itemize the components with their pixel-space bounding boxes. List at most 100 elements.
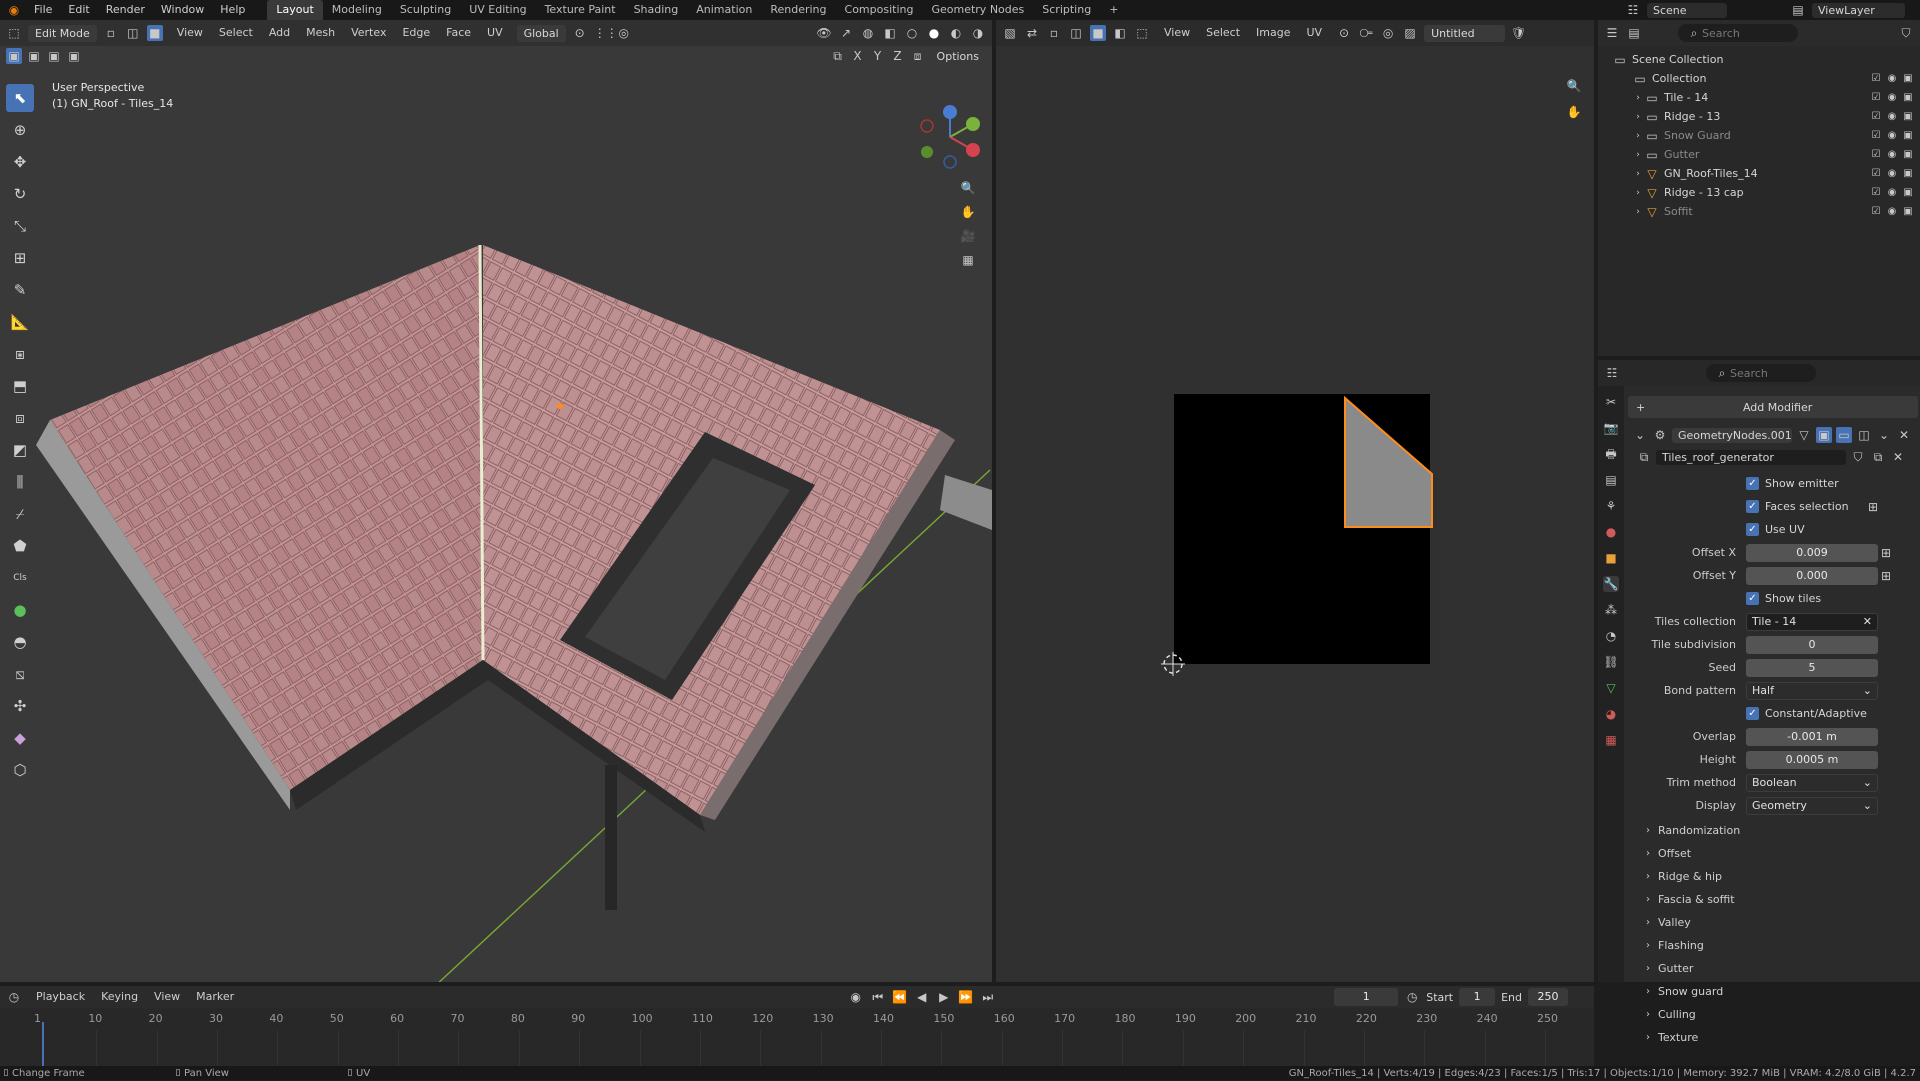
- unlink-icon[interactable]: ✕: [1890, 449, 1906, 465]
- trim-method-dropdown[interactable]: Boolean ⌄: [1746, 773, 1878, 792]
- viewport-menu-add[interactable]: Add: [261, 23, 298, 43]
- workspace-tab-rendering[interactable]: Rendering: [761, 0, 835, 20]
- render-camera-icon[interactable]: ▣: [1900, 71, 1916, 87]
- menu-file[interactable]: File: [26, 0, 60, 20]
- uv-vertex-select-icon[interactable]: ▫: [1046, 25, 1062, 41]
- eye-icon[interactable]: ◉: [1884, 90, 1900, 106]
- expand-chevron-icon[interactable]: ›: [1632, 109, 1644, 125]
- modifier-tab-icon[interactable]: 🔧: [1603, 576, 1619, 592]
- panel-fascia-soffit[interactable]: › Fascia & soffit: [1628, 888, 1920, 911]
- eye-icon[interactable]: ◉: [1884, 185, 1900, 201]
- ortho-grid-icon[interactable]: ▦: [960, 252, 976, 268]
- gizmo-icon[interactable]: ↗: [838, 25, 854, 41]
- rendered-shading-icon[interactable]: ◑: [970, 25, 986, 41]
- workspace-tab-layout[interactable]: Layout: [267, 0, 323, 20]
- eye-icon[interactable]: ◉: [1884, 204, 1900, 220]
- viewport-menu-uv[interactable]: UV: [479, 23, 511, 43]
- overlay-icon[interactable]: ◍: [860, 25, 876, 41]
- eye-icon[interactable]: ◉: [1884, 166, 1900, 182]
- texture-tab-icon[interactable]: ▦: [1603, 732, 1619, 748]
- render-camera-icon[interactable]: ▣: [1900, 185, 1916, 201]
- pan-hand-icon[interactable]: ✋: [960, 204, 976, 220]
- render-camera-icon[interactable]: ▣: [1900, 147, 1916, 163]
- viewport-menu-face[interactable]: Face: [438, 23, 479, 43]
- visibility-checkbox-icon[interactable]: ☑: [1868, 185, 1884, 201]
- workspace-tab-uv-editing[interactable]: UV Editing: [460, 0, 535, 20]
- outliner-item[interactable]: ▭ Collection ☑ ◉ ▣: [1598, 69, 1920, 88]
- viewport-menu-select[interactable]: Select: [211, 23, 261, 43]
- pivot-icon[interactable]: ⊙: [572, 25, 588, 41]
- clock-icon[interactable]: ◷: [1404, 989, 1420, 1005]
- eye-icon[interactable]: ◉: [1884, 71, 1900, 87]
- properties-type-icon[interactable]: ☷: [1604, 365, 1620, 381]
- uv-edge-select-icon[interactable]: ◫: [1068, 25, 1084, 41]
- expand-chevron-icon[interactable]: ›: [1632, 90, 1644, 106]
- render-camera-icon[interactable]: ▣: [1900, 128, 1916, 144]
- node-tree-icon[interactable]: ⧉: [1636, 449, 1652, 465]
- visibility-checkbox-icon[interactable]: ☑: [1868, 90, 1884, 106]
- uv-island-select-icon[interactable]: ◧: [1112, 25, 1128, 41]
- render-toggle-icon[interactable]: ◫: [1856, 427, 1872, 443]
- proportional-edit-icon[interactable]: ◎: [616, 25, 632, 41]
- transform-orientation-dropdown[interactable]: Global: [516, 24, 566, 42]
- options-dropdown[interactable]: Options: [930, 48, 986, 65]
- outliner[interactable]: ☰ ▤ ⌕ Search ⛉ ▭ Scene Collection ▭ Collect…: [1598, 20, 1920, 356]
- node-group-field[interactable]: Tiles_roof_generator: [1656, 449, 1846, 465]
- tool-tab-icon[interactable]: ✂: [1603, 394, 1619, 410]
- playhead[interactable]: [42, 1022, 44, 1066]
- prev-keyframe-icon[interactable]: ⏪: [892, 989, 908, 1005]
- uv-editor-type-icon[interactable]: ▧: [1002, 25, 1018, 41]
- expand-chevron-icon[interactable]: ›: [1632, 166, 1644, 182]
- render-camera-icon[interactable]: ▣: [1900, 166, 1916, 182]
- expand-chevron-icon[interactable]: ›: [1632, 147, 1644, 163]
- constant-adaptive-checkbox[interactable]: ✓: [1746, 707, 1759, 720]
- expand-chevron-icon[interactable]: ›: [1632, 204, 1644, 220]
- uv-menu-select[interactable]: Select: [1198, 23, 1248, 43]
- visibility-checkbox-icon[interactable]: ☑: [1868, 71, 1884, 87]
- display-dropdown[interactable]: Geometry ⌄: [1746, 796, 1878, 815]
- roof-model[interactable]: [0, 66, 992, 982]
- select-subtract-icon[interactable]: ▣: [46, 48, 62, 64]
- visibility-icon[interactable]: 👁: [816, 25, 832, 41]
- workspace-tab-compositing[interactable]: Compositing: [836, 0, 923, 20]
- zoom-icon[interactable]: 🔍: [960, 180, 976, 196]
- particles-tab-icon[interactable]: ⁂: [1603, 602, 1619, 618]
- viewport-3d[interactable]: ⬚ Edit Mode ▫ ◫ ■ View Select Add Mesh Verte…: [0, 20, 992, 982]
- physics-tab-icon[interactable]: ◔: [1603, 628, 1619, 644]
- workspace-tab-geometry-nodes[interactable]: Geometry Nodes: [922, 0, 1033, 20]
- view-layer-selector[interactable]: ▤ ViewLayer: [1790, 0, 1905, 20]
- select-box-icon[interactable]: ▣: [6, 48, 22, 64]
- faces-selection-checkbox[interactable]: ✓: [1746, 500, 1759, 513]
- clear-icon[interactable]: ✕: [1863, 614, 1872, 630]
- bond-pattern-dropdown[interactable]: Half ⌄: [1746, 681, 1878, 700]
- offset-x-field[interactable]: 0.009: [1746, 543, 1878, 562]
- uv-editor[interactable]: ▧ ⇄ ▫ ◫ ■ ◧ ⬚ View Select Image UV ⊙ ⧃ ◎ ▨ …: [996, 20, 1594, 982]
- timeline-menu-keying[interactable]: Keying: [93, 987, 146, 1007]
- outliner-item[interactable]: › ▭ Ridge - 13 ☑ ◉ ▣: [1598, 107, 1920, 126]
- menu-render[interactable]: Render: [98, 0, 153, 20]
- expand-chevron-icon[interactable]: ›: [1632, 185, 1644, 201]
- data-tab-icon[interactable]: ▽: [1603, 680, 1619, 696]
- display-mode-icon[interactable]: ▤: [1626, 25, 1642, 41]
- modifier-name-field[interactable]: GeometryNodes.001: [1672, 427, 1792, 443]
- outliner-item[interactable]: › ▽ GN_Roof-Tiles_14 ☑ ◉ ▣: [1598, 164, 1920, 183]
- view-layer-tab-icon[interactable]: ▤: [1603, 472, 1619, 488]
- panel-valley[interactable]: › Valley: [1628, 911, 1920, 934]
- offset-y-field[interactable]: 0.000: [1746, 566, 1878, 585]
- visibility-checkbox-icon[interactable]: ☑: [1868, 147, 1884, 163]
- select-intersect-icon[interactable]: ▣: [66, 48, 82, 64]
- output-tab-icon[interactable]: 🖶: [1603, 446, 1619, 462]
- frame-ruler[interactable]: 1 10 20 30 40 50 60 70 80 90 100 110 120 130 140 150 160…: [0, 1008, 1594, 1066]
- mode-dropdown[interactable]: Edit Mode: [28, 24, 97, 42]
- select-extend-icon[interactable]: ▣: [26, 48, 42, 64]
- shield-icon[interactable]: ⛉: [1850, 449, 1866, 465]
- image-browse-icon[interactable]: ▨: [1402, 25, 1418, 41]
- workspace-tab-texture-paint[interactable]: Texture Paint: [536, 0, 625, 20]
- close-icon[interactable]: ✕: [1896, 427, 1912, 443]
- overlap-field[interactable]: -0.001 m: [1746, 727, 1878, 746]
- uv-canvas[interactable]: [996, 46, 1594, 982]
- render-camera-icon[interactable]: ▣: [1900, 204, 1916, 220]
- expand-chevron-icon[interactable]: ›: [1632, 128, 1644, 144]
- filter-icon[interactable]: ⛉: [1898, 25, 1914, 41]
- workspace-tab-animation[interactable]: Animation: [687, 0, 761, 20]
